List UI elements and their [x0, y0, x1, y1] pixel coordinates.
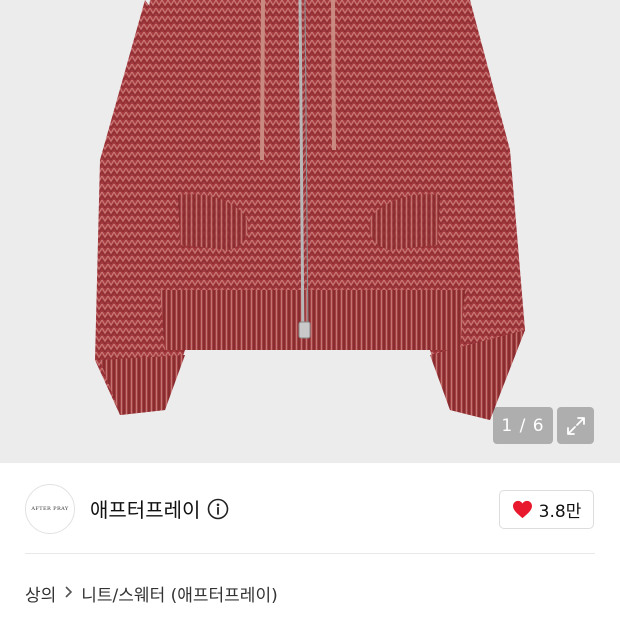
heart-icon — [512, 500, 532, 519]
expand-arrows-icon — [566, 416, 585, 435]
brand-logo[interactable]: AFTER PRAY — [25, 484, 75, 534]
image-counter: 1 / 6 — [493, 407, 553, 444]
chevron-right-icon — [64, 584, 73, 603]
brand-row: AFTER PRAY 애프터프레이 3.8만 — [0, 463, 620, 553]
breadcrumb: 상의 니트/스웨터 (애프터프레이) — [25, 581, 278, 606]
product-photo — [95, 0, 525, 420]
like-count: 3.8만 — [538, 502, 582, 522]
divider — [25, 553, 595, 554]
breadcrumb-item-subcategory[interactable]: 니트/스웨터 (애프터프레이) — [81, 581, 277, 606]
brand-name[interactable]: 애프터프레이 — [90, 494, 200, 523]
expand-image-button[interactable] — [557, 407, 594, 444]
brand-logo-text: AFTER PRAY — [31, 506, 69, 512]
like-button[interactable]: 3.8만 — [499, 490, 594, 529]
product-image-gallery[interactable]: 1 / 6 — [0, 0, 620, 463]
info-circle-icon[interactable] — [207, 498, 229, 520]
breadcrumb-item-category[interactable]: 상의 — [25, 581, 56, 606]
